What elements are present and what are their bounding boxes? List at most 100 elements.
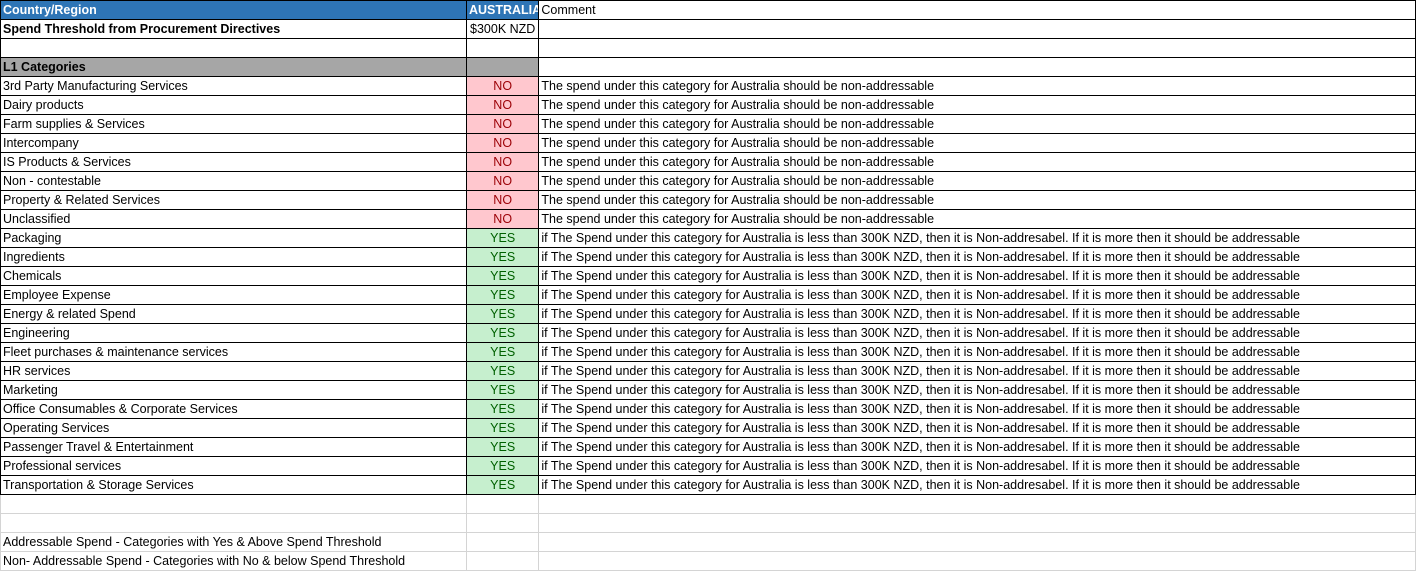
- section-header-row: L1 Categories: [0, 57, 1416, 77]
- flag-cell[interactable]: YES: [465, 380, 540, 400]
- threshold-comment-cell[interactable]: [538, 19, 1416, 39]
- empty-cell[interactable]: [465, 513, 540, 533]
- empty-cell[interactable]: [465, 38, 540, 58]
- flag-cell[interactable]: YES: [465, 266, 540, 286]
- category-cell[interactable]: Employee Expense: [0, 285, 467, 305]
- country-region-header[interactable]: Country/Region: [0, 0, 467, 20]
- comment-header[interactable]: Comment: [538, 0, 1416, 20]
- flag-cell[interactable]: NO: [465, 209, 540, 229]
- comment-cell[interactable]: The spend under this category for Austra…: [538, 133, 1416, 153]
- category-cell[interactable]: Non - contestable: [0, 171, 467, 191]
- flag-cell[interactable]: YES: [465, 285, 540, 305]
- empty-cell[interactable]: [465, 551, 540, 571]
- empty-cell[interactable]: [0, 494, 467, 514]
- threshold-value-cell[interactable]: $300K NZD: [465, 19, 540, 39]
- category-cell[interactable]: Fleet purchases & maintenance services: [0, 342, 467, 362]
- category-cell[interactable]: 3rd Party Manufacturing Services: [0, 76, 467, 96]
- empty-cell[interactable]: [538, 513, 1416, 533]
- comment-cell[interactable]: The spend under this category for Austra…: [538, 171, 1416, 191]
- category-cell[interactable]: Chemicals: [0, 266, 467, 286]
- comment-cell[interactable]: if The Spend under this category for Aus…: [538, 437, 1416, 457]
- comment-cell[interactable]: if The Spend under this category for Aus…: [538, 266, 1416, 286]
- flag-cell[interactable]: YES: [465, 418, 540, 438]
- category-cell[interactable]: Engineering: [0, 323, 467, 343]
- flag-cell[interactable]: NO: [465, 152, 540, 172]
- flag-cell[interactable]: YES: [465, 475, 540, 495]
- category-row: Dairy products NO The spend under this cat…: [0, 95, 1416, 115]
- category-cell[interactable]: Energy & related Spend: [0, 304, 467, 324]
- category-row: Farm supplies & Services NO The spend unde…: [0, 114, 1416, 134]
- comment-cell[interactable]: The spend under this category for Austra…: [538, 95, 1416, 115]
- category-cell[interactable]: Office Consumables & Corporate Services: [0, 399, 467, 419]
- empty-cell[interactable]: [0, 38, 467, 58]
- category-cell[interactable]: HR services: [0, 361, 467, 381]
- category-row: Professional services YES if The Spend und…: [0, 456, 1416, 476]
- flag-cell[interactable]: NO: [465, 114, 540, 134]
- flag-cell[interactable]: NO: [465, 133, 540, 153]
- comment-cell[interactable]: if The Spend under this category for Aus…: [538, 456, 1416, 476]
- flag-cell[interactable]: YES: [465, 228, 540, 248]
- category-row: 3rd Party Manufacturing Services NO The sp…: [0, 76, 1416, 96]
- empty-cell[interactable]: [538, 551, 1416, 571]
- flag-cell[interactable]: YES: [465, 437, 540, 457]
- comment-cell[interactable]: if The Spend under this category for Aus…: [538, 418, 1416, 438]
- category-row: Operating Services YES if The Spend under …: [0, 418, 1416, 438]
- section-comment-cell[interactable]: [538, 57, 1416, 77]
- category-cell[interactable]: Packaging: [0, 228, 467, 248]
- flag-cell[interactable]: YES: [465, 361, 540, 381]
- comment-cell[interactable]: if The Spend under this category for Aus…: [538, 285, 1416, 305]
- section-flag-cell[interactable]: [465, 57, 540, 77]
- note-non-addressable-cell[interactable]: Non- Addressable Spend - Categories with…: [0, 551, 467, 571]
- flag-cell[interactable]: NO: [465, 190, 540, 210]
- empty-cell[interactable]: [465, 532, 540, 552]
- category-cell[interactable]: Dairy products: [0, 95, 467, 115]
- category-cell[interactable]: Ingredients: [0, 247, 467, 267]
- comment-cell[interactable]: The spend under this category for Austra…: [538, 152, 1416, 172]
- footer-note-row: Non- Addressable Spend - Categories with…: [0, 551, 1416, 571]
- note-addressable-cell[interactable]: Addressable Spend - Categories with Yes …: [0, 532, 467, 552]
- comment-cell[interactable]: if The Spend under this category for Aus…: [538, 361, 1416, 381]
- category-cell[interactable]: Operating Services: [0, 418, 467, 438]
- category-cell[interactable]: Property & Related Services: [0, 190, 467, 210]
- empty-cell[interactable]: [465, 494, 540, 514]
- comment-cell[interactable]: if The Spend under this category for Aus…: [538, 380, 1416, 400]
- category-cell[interactable]: IS Products & Services: [0, 152, 467, 172]
- comment-cell[interactable]: if The Spend under this category for Aus…: [538, 323, 1416, 343]
- category-row: Marketing YES if The Spend under this cate…: [0, 380, 1416, 400]
- flag-cell[interactable]: YES: [465, 399, 540, 419]
- empty-cell[interactable]: [538, 38, 1416, 58]
- empty-cell[interactable]: [0, 513, 467, 533]
- country-value-cell[interactable]: AUSTRALIA: [465, 0, 540, 20]
- flag-cell[interactable]: YES: [465, 323, 540, 343]
- comment-cell[interactable]: if The Spend under this category for Aus…: [538, 247, 1416, 267]
- comment-cell[interactable]: if The Spend under this category for Aus…: [538, 228, 1416, 248]
- empty-cell[interactable]: [538, 532, 1416, 552]
- category-row: Intercompany NO The spend under this categ…: [0, 133, 1416, 153]
- category-cell[interactable]: Unclassified: [0, 209, 467, 229]
- flag-cell[interactable]: YES: [465, 342, 540, 362]
- flag-cell[interactable]: YES: [465, 247, 540, 267]
- comment-cell[interactable]: if The Spend under this category for Aus…: [538, 475, 1416, 495]
- comment-cell[interactable]: if The Spend under this category for Aus…: [538, 304, 1416, 324]
- category-cell[interactable]: Marketing: [0, 380, 467, 400]
- l1-categories-header[interactable]: L1 Categories: [0, 57, 467, 77]
- category-row: Non - contestable NO The spend under this …: [0, 171, 1416, 191]
- empty-cell[interactable]: [538, 494, 1416, 514]
- flag-cell[interactable]: NO: [465, 171, 540, 191]
- category-cell[interactable]: Farm supplies & Services: [0, 114, 467, 134]
- category-cell[interactable]: Intercompany: [0, 133, 467, 153]
- flag-cell[interactable]: YES: [465, 456, 540, 476]
- flag-cell[interactable]: NO: [465, 95, 540, 115]
- category-cell[interactable]: Professional services: [0, 456, 467, 476]
- flag-cell[interactable]: NO: [465, 76, 540, 96]
- category-cell[interactable]: Passenger Travel & Entertainment: [0, 437, 467, 457]
- comment-cell[interactable]: The spend under this category for Austra…: [538, 209, 1416, 229]
- comment-cell[interactable]: The spend under this category for Austra…: [538, 114, 1416, 134]
- comment-cell[interactable]: The spend under this category for Austra…: [538, 190, 1416, 210]
- flag-cell[interactable]: YES: [465, 304, 540, 324]
- category-cell[interactable]: Transportation & Storage Services: [0, 475, 467, 495]
- comment-cell[interactable]: The spend under this category for Austra…: [538, 76, 1416, 96]
- comment-cell[interactable]: if The Spend under this category for Aus…: [538, 342, 1416, 362]
- threshold-label-cell[interactable]: Spend Threshold from Procurement Directi…: [0, 19, 467, 39]
- comment-cell[interactable]: if The Spend under this category for Aus…: [538, 399, 1416, 419]
